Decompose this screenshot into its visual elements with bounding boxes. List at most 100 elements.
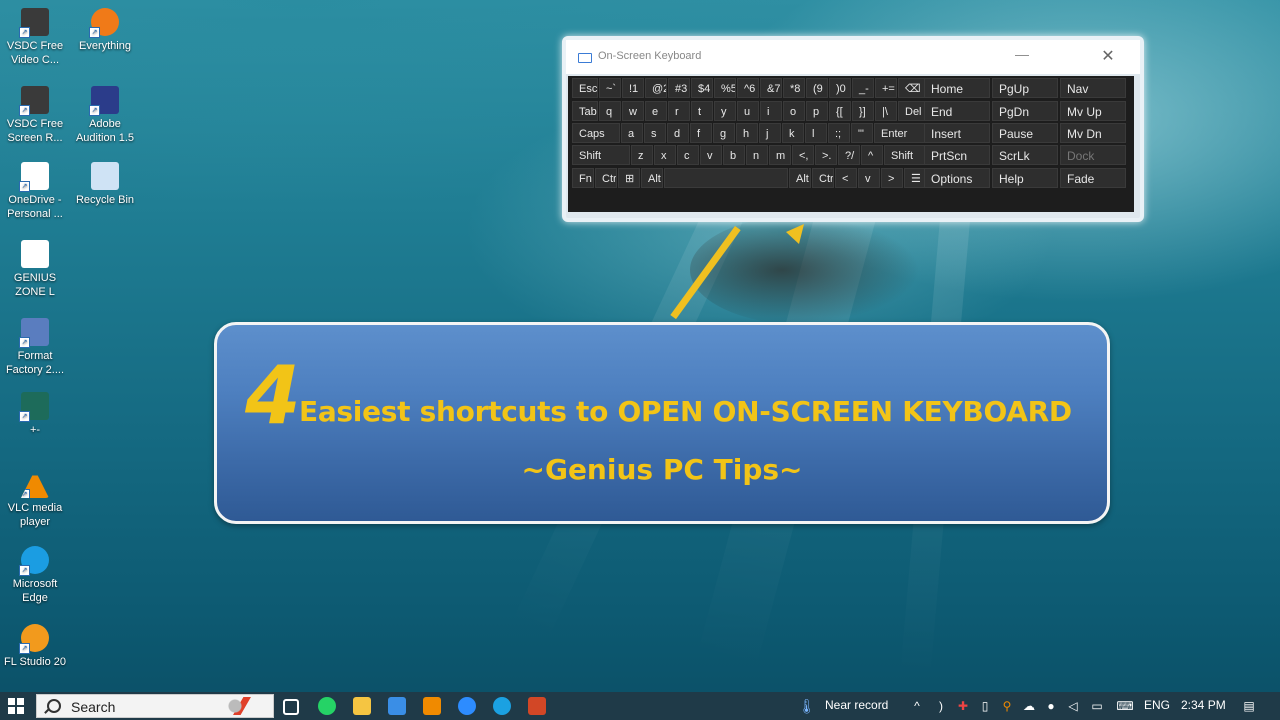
- osk-key[interactable]: Tab: [572, 101, 598, 121]
- osk-key[interactable]: {[: [829, 101, 851, 121]
- osk-key[interactable]: }]: [852, 101, 874, 121]
- osk-key[interactable]: d: [667, 123, 689, 143]
- desktop-icon[interactable]: ↗ OneDrive - Personal ...: [0, 162, 70, 221]
- edge-icon[interactable]: [493, 697, 511, 715]
- osk-key[interactable]: w: [622, 101, 644, 121]
- onedrive-tray-icon[interactable]: ☁: [1022, 699, 1036, 713]
- osk-key[interactable]: :;: [828, 123, 850, 143]
- osk-nav-key[interactable]: Insert: [924, 123, 990, 143]
- osk-key[interactable]: n: [746, 145, 768, 165]
- osk-key[interactable]: ^6: [737, 78, 759, 98]
- taskbar-search-box[interactable]: Search: [36, 694, 274, 718]
- desktop-icon[interactable]: ↗ Everything: [70, 8, 140, 53]
- osk-nav-key[interactable]: Pause: [992, 123, 1058, 143]
- osk-nav-key[interactable]: Home: [924, 78, 990, 98]
- osk-key[interactable]: o: [783, 101, 805, 121]
- osk-nav-key[interactable]: Mv Up: [1060, 101, 1126, 121]
- osk-key[interactable]: %5: [714, 78, 736, 98]
- osk-key[interactable]: c: [677, 145, 699, 165]
- wifi-icon[interactable]: ): [934, 699, 948, 713]
- powerpoint-icon[interactable]: [528, 697, 546, 715]
- osk-key[interactable]: [664, 168, 788, 188]
- keyboard-tray-icon[interactable]: ⌨: [1114, 699, 1136, 713]
- osk-key[interactable]: v: [858, 168, 880, 188]
- osk-title-bar[interactable]: On-Screen Keyboard — ✕: [566, 40, 1140, 74]
- store-icon[interactable]: [388, 697, 406, 715]
- desktop-icon[interactable]: ↗ +-: [0, 392, 70, 437]
- desktop-icon[interactable]: ↗ VSDC Free Screen R...: [0, 86, 70, 145]
- osk-key[interactable]: g: [713, 123, 735, 143]
- osk-key[interactable]: a: [621, 123, 643, 143]
- osk-key[interactable]: )0: [829, 78, 851, 98]
- osk-key[interactable]: s: [644, 123, 666, 143]
- whatsapp-icon[interactable]: [318, 697, 336, 715]
- osk-key[interactable]: Alt: [641, 168, 663, 188]
- osk-key[interactable]: ⊞: [618, 168, 640, 188]
- osk-key[interactable]: >: [881, 168, 903, 188]
- everything-tray-icon[interactable]: ⚲: [1000, 699, 1014, 713]
- osk-key[interactable]: y: [714, 101, 736, 121]
- osk-nav-key[interactable]: Help: [992, 168, 1058, 188]
- desktop-icon[interactable]: ↗ Adobe Audition 1.5: [70, 86, 140, 145]
- osk-key[interactable]: q: [599, 101, 621, 121]
- osk-key[interactable]: f: [690, 123, 712, 143]
- desktop-icon[interactable]: GENIUS ZONE L: [0, 240, 70, 299]
- osk-nav-key[interactable]: ScrLk: [992, 145, 1058, 165]
- osk-key[interactable]: Shift: [572, 145, 630, 165]
- osk-key[interactable]: v: [700, 145, 722, 165]
- osk-key[interactable]: m: [769, 145, 791, 165]
- file-explorer-icon[interactable]: [353, 697, 371, 715]
- desktop-icon[interactable]: Recycle Bin: [70, 162, 140, 207]
- osk-key[interactable]: <: [835, 168, 857, 188]
- close-button[interactable]: ✕: [1096, 46, 1120, 66]
- desktop-icon[interactable]: ↗ VSDC Free Video C...: [0, 8, 70, 67]
- osk-nav-key[interactable]: PgDn: [992, 101, 1058, 121]
- osk-key[interactable]: b: [723, 145, 745, 165]
- battery-icon[interactable]: ▭: [1090, 699, 1104, 713]
- thermometer-icon[interactable]: 🌡: [798, 699, 816, 713]
- vlc-icon[interactable]: [423, 697, 441, 715]
- chevron-up-icon[interactable]: ^: [910, 699, 924, 713]
- osk-nav-key[interactable]: PgUp: [992, 78, 1058, 98]
- osk-nav-key[interactable]: PrtScn: [924, 145, 990, 165]
- osk-nav-key[interactable]: Dock: [1060, 145, 1126, 165]
- osk-key[interactable]: j: [759, 123, 781, 143]
- osk-key[interactable]: Caps: [572, 123, 620, 143]
- osk-key[interactable]: Ctrl: [595, 168, 617, 188]
- osk-key[interactable]: x: [654, 145, 676, 165]
- osk-key[interactable]: ~`: [599, 78, 621, 98]
- minimize-button[interactable]: —: [1010, 46, 1034, 62]
- microphone-icon[interactable]: ●: [1044, 699, 1058, 713]
- osk-nav-key[interactable]: Mv Dn: [1060, 123, 1126, 143]
- osk-key[interactable]: +=: [875, 78, 897, 98]
- osk-key[interactable]: &7: [760, 78, 782, 98]
- osk-key[interactable]: <,: [792, 145, 814, 165]
- osk-key[interactable]: Esc: [572, 78, 598, 98]
- desktop-icon[interactable]: ↗ VLC media player: [0, 470, 70, 529]
- tray-app-icon[interactable]: ✚: [956, 699, 970, 713]
- desktop-icon[interactable]: ↗ FL Studio 20: [0, 624, 70, 669]
- osk-key[interactable]: e: [645, 101, 667, 121]
- language-indicator[interactable]: ENG: [1144, 698, 1170, 712]
- osk-key[interactable]: k: [782, 123, 804, 143]
- volume-icon[interactable]: ◁: [1066, 699, 1080, 713]
- osk-key[interactable]: ?/: [838, 145, 860, 165]
- weather-text[interactable]: Near record: [825, 698, 888, 712]
- osk-key[interactable]: r: [668, 101, 690, 121]
- zoom-icon[interactable]: [458, 697, 476, 715]
- osk-key[interactable]: @2: [645, 78, 667, 98]
- osk-nav-key[interactable]: Fade: [1060, 168, 1126, 188]
- notifications-icon[interactable]: ▤: [1242, 699, 1256, 713]
- osk-key[interactable]: !1: [622, 78, 644, 98]
- on-screen-keyboard-window[interactable]: On-Screen Keyboard — ✕ Esc~`!1@2#3$4%5^6…: [562, 36, 1144, 222]
- clock[interactable]: 2:34 PM: [1181, 698, 1226, 712]
- osk-key[interactable]: ☰: [904, 168, 926, 188]
- osk-key[interactable]: t: [691, 101, 713, 121]
- osk-key[interactable]: (9: [806, 78, 828, 98]
- osk-key[interactable]: $4: [691, 78, 713, 98]
- osk-nav-key[interactable]: Options: [924, 168, 990, 188]
- osk-key[interactable]: "': [851, 123, 873, 143]
- osk-key[interactable]: z: [631, 145, 653, 165]
- osk-nav-key[interactable]: Nav: [1060, 78, 1126, 98]
- osk-key[interactable]: h: [736, 123, 758, 143]
